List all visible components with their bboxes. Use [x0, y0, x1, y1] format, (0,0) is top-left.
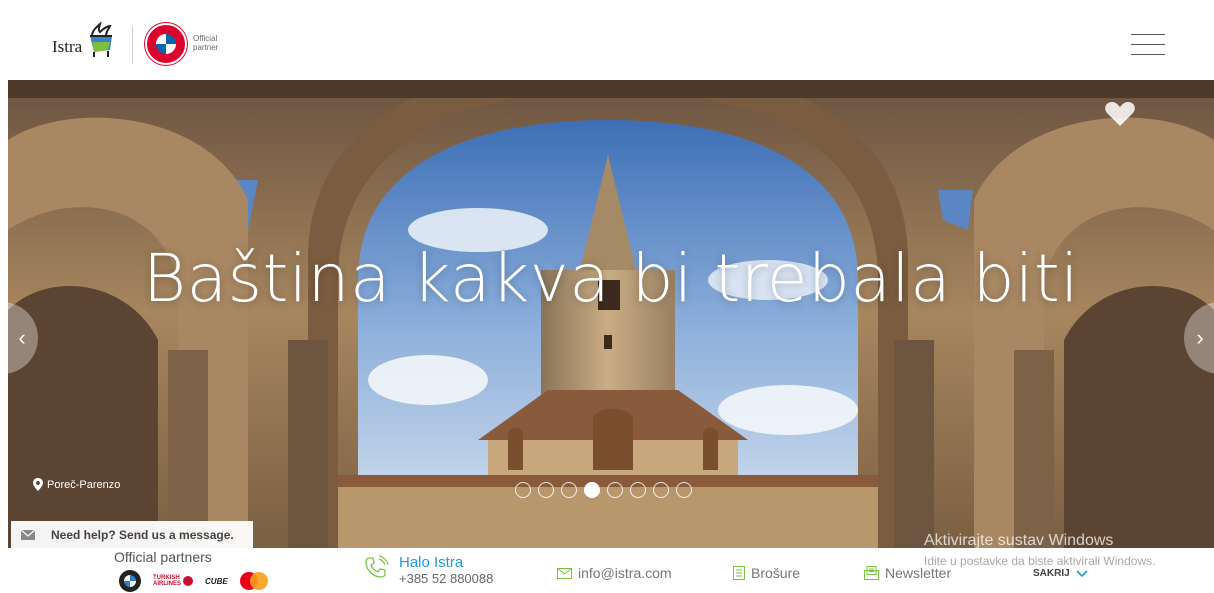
map-pin-icon	[33, 478, 43, 491]
slide-dot[interactable]	[561, 482, 577, 498]
location-text: Poreč-Parenzo	[47, 478, 121, 491]
chevron-down-icon	[1076, 569, 1088, 577]
email-text: info@istra.com	[578, 565, 672, 581]
slide-dot[interactable]	[607, 482, 623, 498]
help-label: Need help? Send us a message.	[51, 527, 234, 542]
hide-label: SAKRIJ	[1033, 568, 1070, 579]
hero-title: Baština kakva bi trebala biti	[142, 240, 1080, 317]
chevron-left-icon: ‹	[18, 325, 26, 350]
page: Istra Official partner Baština kakva bi …	[0, 0, 1214, 593]
halo-istra-contact[interactable]: Halo Istra +385 52 880088	[363, 555, 493, 587]
partners-label: Official partners	[114, 549, 212, 565]
footer-bar: Official partners TURKISH AIRLINES CUBE H…	[0, 548, 1214, 593]
email-link[interactable]: info@istra.com	[557, 565, 672, 581]
cube-logo[interactable]: CUBE	[205, 577, 228, 586]
site-header: Istra Official partner	[0, 0, 1214, 80]
slide-dot[interactable]	[630, 482, 646, 498]
chevron-right-icon: ›	[1196, 325, 1204, 350]
bmw-logo[interactable]	[119, 570, 141, 592]
phone-icon	[365, 555, 389, 578]
slide-dot-active[interactable]	[584, 482, 600, 498]
mail-icon	[557, 567, 572, 579]
brochures-link[interactable]: Brošure	[733, 565, 800, 581]
slide-dot[interactable]	[515, 482, 531, 498]
newsletter-link[interactable]: Newsletter	[864, 565, 951, 581]
halo-istra-phone: +385 52 880088	[399, 571, 494, 586]
help-message-button[interactable]: Need help? Send us a message.	[11, 521, 253, 548]
document-icon	[733, 566, 745, 580]
heart-icon[interactable]	[1104, 100, 1136, 128]
location-label[interactable]: Poreč-Parenzo	[33, 478, 120, 491]
official-partner-label: Official partner	[193, 34, 219, 52]
partner-logos: TURKISH AIRLINES CUBE	[119, 570, 268, 592]
mastercard-logo[interactable]	[239, 572, 268, 590]
turkish-airlines-logo[interactable]: TURKISH AIRLINES	[153, 575, 194, 587]
brand-name: Istra	[52, 37, 83, 56]
slide-indicators	[515, 482, 692, 498]
envelope-icon	[21, 529, 35, 540]
slide-dot[interactable]	[676, 482, 692, 498]
newsletter-icon	[864, 566, 879, 580]
newsletter-text: Newsletter	[885, 565, 952, 581]
slide-dot[interactable]	[538, 482, 554, 498]
header-divider	[132, 26, 133, 64]
istra-logo[interactable]: Istra	[52, 22, 116, 58]
brochures-text: Brošure	[751, 565, 801, 581]
fc-bayern-logo[interactable]	[145, 23, 187, 65]
menu-button[interactable]	[1131, 34, 1165, 56]
goat-icon	[90, 22, 113, 57]
hide-button[interactable]: SAKRIJ	[1033, 568, 1088, 579]
halo-istra-title: Halo Istra	[399, 554, 464, 571]
hero-slider: Baština kakva bi trebala biti ‹ › Poreč-…	[8, 80, 1214, 548]
slide-dot[interactable]	[653, 482, 669, 498]
